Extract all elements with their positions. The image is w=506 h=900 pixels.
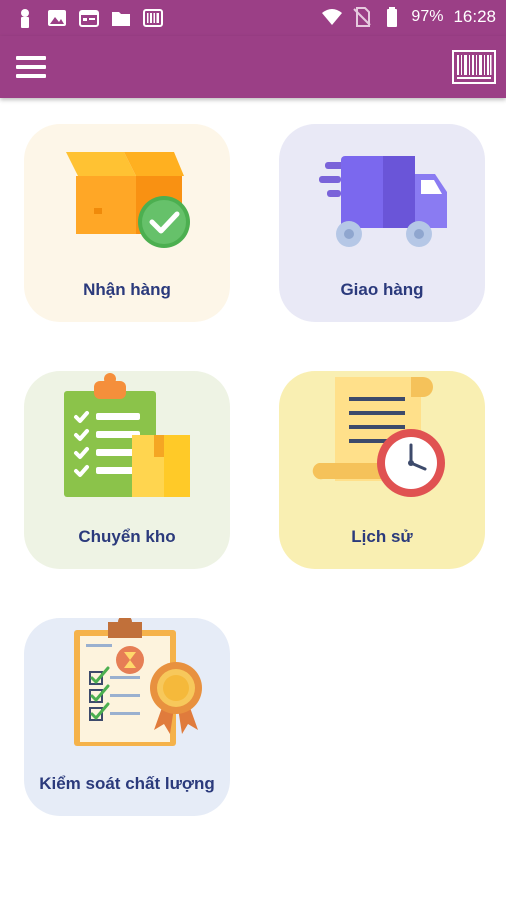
delivery-truck-icon: [319, 156, 447, 247]
tile-delivery[interactable]: Giao hàng: [279, 124, 485, 322]
tile-warehouse-transfer[interactable]: Chuyển kho: [24, 371, 230, 569]
battery-percentage: 97%: [411, 8, 444, 25]
quality-checklist-icon: [74, 618, 202, 746]
clipboard-boxes-icon: [64, 373, 190, 497]
status-bar: 97% 16:28: [0, 0, 506, 36]
hamburger-menu-icon[interactable]: [14, 52, 50, 82]
tile-quality-control[interactable]: Kiểm soát chất lượng: [24, 618, 230, 816]
tile-label: Kiểm soát chất lượng: [39, 774, 215, 793]
user-icon: [21, 9, 29, 28]
calendar-icon: [79, 10, 99, 27]
box-check-icon: [66, 152, 190, 248]
tile-history[interactable]: Lịch sử: [279, 371, 485, 569]
clock-time: 16:28: [453, 7, 496, 26]
image-icon: [48, 10, 66, 26]
tile-receive-goods[interactable]: Nhận hàng: [24, 124, 230, 322]
tile-label: Giao hàng: [340, 280, 424, 299]
no-sim-icon: [353, 7, 372, 27]
folder-icon: [112, 12, 130, 26]
barcode-scan-icon[interactable]: [452, 50, 496, 84]
tile-label: Chuyển kho: [78, 527, 176, 546]
tile-label: Lịch sử: [351, 527, 413, 546]
barcode-icon: [143, 9, 163, 27]
battery-icon: [387, 7, 398, 27]
tile-label: Nhận hàng: [83, 280, 171, 299]
app-bar: [0, 36, 506, 98]
wifi-icon: [322, 9, 343, 25]
scroll-clock-icon: [312, 377, 445, 497]
